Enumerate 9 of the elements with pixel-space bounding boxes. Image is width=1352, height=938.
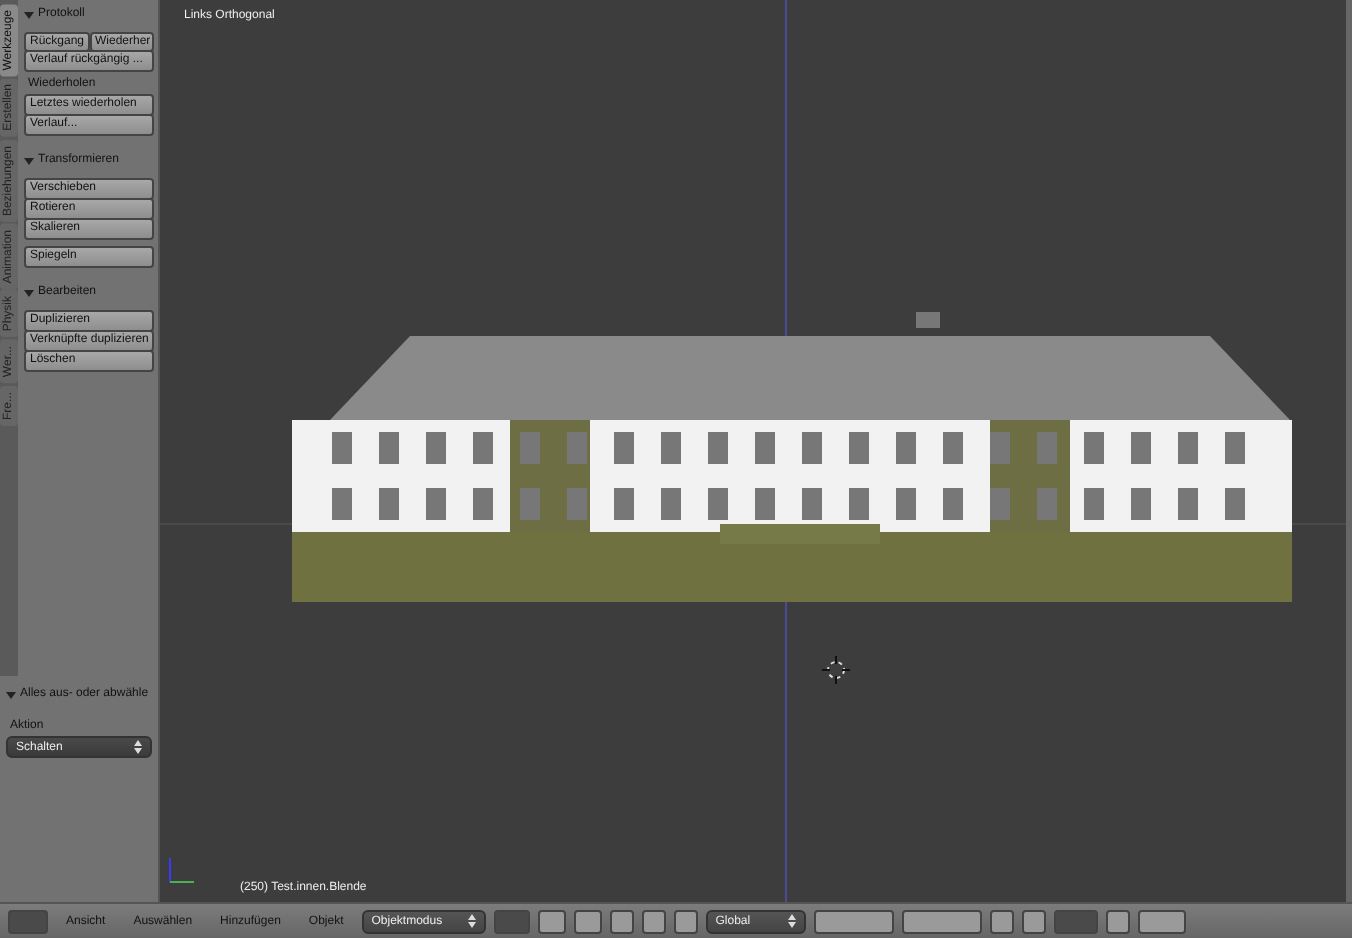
collapse-triangle-icon[interactable] [24,155,34,165]
up-down-arrows-icon [467,914,476,928]
collapse-triangle-icon[interactable] [6,689,16,699]
collapse-triangle-icon[interactable] [24,9,34,19]
up-down-arrows-icon [134,740,142,754]
collapse-triangle-icon[interactable] [24,287,34,297]
axis-icon [168,856,196,884]
up-down-arrows-icon [787,914,796,928]
3d-cursor-icon [822,656,850,684]
